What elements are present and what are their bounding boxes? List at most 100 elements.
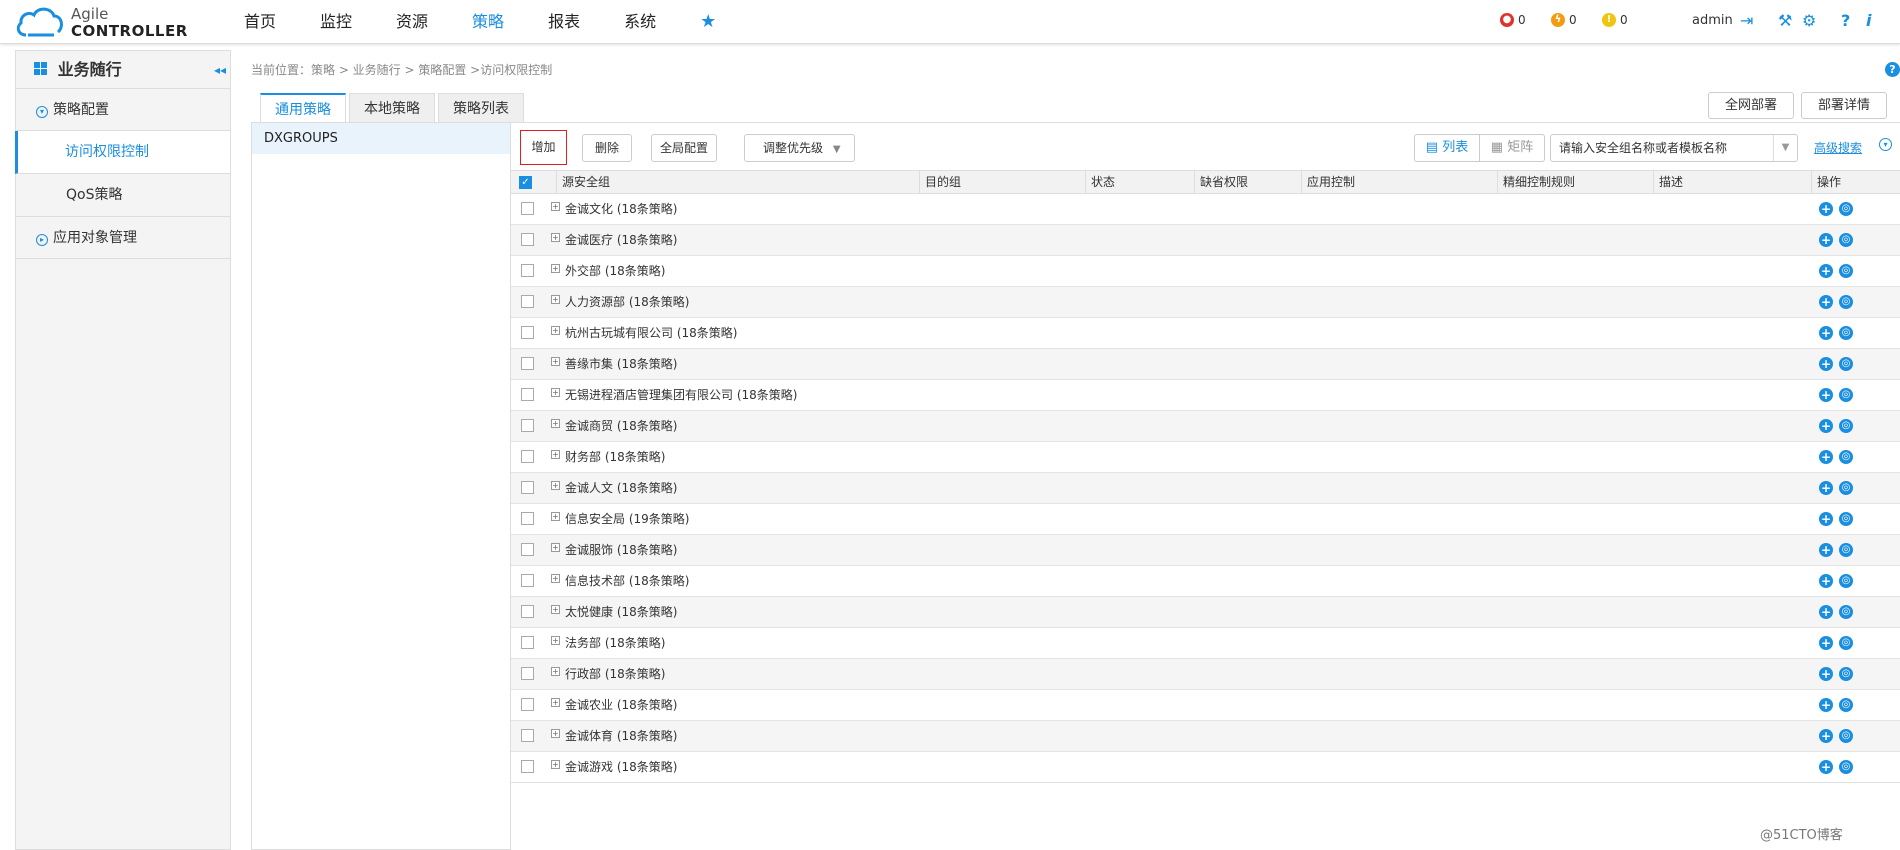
expand-plus-icon[interactable]: + <box>551 605 560 614</box>
chevron-down-icon[interactable]: ▼ <box>1773 135 1797 161</box>
tab-local-policy[interactable]: 本地策略 <box>349 93 435 123</box>
tool-icon[interactable]: ⚒ <box>1778 11 1792 30</box>
expand-plus-icon[interactable]: + <box>551 698 560 707</box>
table-row[interactable]: + 太悦健康 (18条策略) + ◎ <box>511 597 1900 628</box>
target-config-icon[interactable]: ◎ <box>1839 760 1853 774</box>
table-row[interactable]: + 杭州古玩城有限公司 (18条策略) + ◎ <box>511 318 1900 349</box>
col-source-group[interactable]: 源安全组 <box>556 171 610 194</box>
group-item[interactable]: DXGROUPS <box>252 123 510 154</box>
page-help-icon[interactable]: ? <box>1885 62 1900 77</box>
table-row[interactable]: + 法务部 (18条策略) + ◎ <box>511 628 1900 659</box>
add-rule-icon[interactable]: + <box>1819 295 1833 309</box>
col-description[interactable]: 描述 <box>1653 171 1683 194</box>
table-row[interactable]: + 金诚医疗 (18条策略) + ◎ <box>511 225 1900 256</box>
collapse-icon[interactable]: ◂◂ <box>214 51 226 89</box>
table-row[interactable]: + 金诚人文 (18条策略) + ◎ <box>511 473 1900 504</box>
add-rule-icon[interactable]: + <box>1819 450 1833 464</box>
add-rule-icon[interactable]: + <box>1819 512 1833 526</box>
row-checkbox[interactable] <box>521 698 534 711</box>
expand-plus-icon[interactable]: + <box>551 388 560 397</box>
table-row[interactable]: + 信息技术部 (18条策略) + ◎ <box>511 566 1900 597</box>
expand-plus-icon[interactable]: + <box>551 419 560 428</box>
deploy-all-button[interactable]: 全网部署 <box>1708 92 1795 119</box>
row-checkbox[interactable] <box>521 326 534 339</box>
target-config-icon[interactable]: ◎ <box>1839 202 1853 216</box>
sidebar-group-app-object[interactable]: ▸ 应用对象管理 <box>16 217 230 259</box>
col-default-permission[interactable]: 缺省权限 <box>1194 171 1248 194</box>
expand-plus-icon[interactable]: + <box>551 760 560 769</box>
nav-home[interactable]: 首页 <box>244 0 276 44</box>
expand-plus-icon[interactable]: + <box>551 512 560 521</box>
target-config-icon[interactable]: ◎ <box>1839 450 1853 464</box>
global-config-button[interactable]: 全局配置 <box>651 134 717 162</box>
table-row[interactable]: + 金诚农业 (18条策略) + ◎ <box>511 690 1900 721</box>
col-dest-group[interactable]: 目的组 <box>919 171 961 194</box>
help-icon[interactable]: ? <box>1841 11 1850 30</box>
add-rule-icon[interactable]: + <box>1819 233 1833 247</box>
advanced-search-link[interactable]: 高级搜索 <box>1814 139 1862 156</box>
add-rule-icon[interactable]: + <box>1819 574 1833 588</box>
logout-icon[interactable]: ⇥ <box>1740 11 1753 30</box>
target-config-icon[interactable]: ◎ <box>1839 543 1853 557</box>
row-checkbox[interactable] <box>521 667 534 680</box>
row-checkbox[interactable] <box>521 760 534 773</box>
table-row[interactable]: + 金诚文化 (18条策略) + ◎ <box>511 194 1900 225</box>
row-checkbox[interactable] <box>521 450 534 463</box>
nav-policy[interactable]: 策略 <box>472 0 504 44</box>
table-row[interactable]: + 金诚商贸 (18条策略) + ◎ <box>511 411 1900 442</box>
expand-plus-icon[interactable]: + <box>551 543 560 552</box>
add-rule-icon[interactable]: + <box>1819 605 1833 619</box>
add-rule-icon[interactable]: + <box>1819 729 1833 743</box>
add-rule-icon[interactable]: + <box>1819 264 1833 278</box>
expand-plus-icon[interactable]: + <box>551 450 560 459</box>
table-row[interactable]: + 金诚体育 (18条策略) + ◎ <box>511 721 1900 752</box>
settings-icon[interactable]: ⚙ <box>1802 11 1816 30</box>
target-config-icon[interactable]: ◎ <box>1839 667 1853 681</box>
search-input[interactable]: 请输入安全组名称或者模板名称 ▼ <box>1550 134 1798 162</box>
row-checkbox[interactable] <box>521 636 534 649</box>
nav-system[interactable]: 系统 <box>624 0 656 44</box>
expand-plus-icon[interactable]: + <box>551 264 560 273</box>
view-list-toggle[interactable]: ▤ 列表 <box>1415 135 1480 161</box>
logo[interactable]: Agile CONTROLLER <box>14 3 187 41</box>
add-rule-icon[interactable]: + <box>1819 388 1833 402</box>
expand-plus-icon[interactable]: + <box>551 357 560 366</box>
row-checkbox[interactable] <box>521 512 534 525</box>
expand-plus-icon[interactable]: + <box>551 636 560 645</box>
expand-plus-icon[interactable]: + <box>551 326 560 335</box>
expand-down-icon[interactable]: ▾ <box>1879 138 1892 151</box>
nav-report[interactable]: 报表 <box>548 0 580 44</box>
target-config-icon[interactable]: ◎ <box>1839 326 1853 340</box>
add-rule-icon[interactable]: + <box>1819 760 1833 774</box>
row-checkbox[interactable] <box>521 481 534 494</box>
expand-plus-icon[interactable]: + <box>551 202 560 211</box>
row-checkbox[interactable] <box>521 574 534 587</box>
sidebar-item-access-control[interactable]: 访问权限控制 <box>15 131 230 174</box>
delete-button[interactable]: 删除 <box>582 134 632 162</box>
username[interactable]: admin <box>1692 13 1733 28</box>
target-config-icon[interactable]: ◎ <box>1839 698 1853 712</box>
target-config-icon[interactable]: ◎ <box>1839 264 1853 278</box>
target-config-icon[interactable]: ◎ <box>1839 357 1853 371</box>
expand-plus-icon[interactable]: + <box>551 295 560 304</box>
deploy-details-button[interactable]: 部署详情 <box>1801 92 1888 119</box>
add-rule-icon[interactable]: + <box>1819 326 1833 340</box>
table-row[interactable]: + 无锡进程酒店管理集团有限公司 (18条策略) + ◎ <box>511 380 1900 411</box>
target-config-icon[interactable]: ◎ <box>1839 481 1853 495</box>
add-rule-icon[interactable]: + <box>1819 202 1833 216</box>
row-checkbox[interactable] <box>521 729 534 742</box>
add-rule-icon[interactable]: + <box>1819 698 1833 712</box>
target-config-icon[interactable]: ◎ <box>1839 233 1853 247</box>
add-rule-icon[interactable]: + <box>1819 636 1833 650</box>
table-row[interactable]: + 财务部 (18条策略) + ◎ <box>511 442 1900 473</box>
favorite-star-icon[interactable]: ★ <box>700 0 716 44</box>
target-config-icon[interactable]: ◎ <box>1839 636 1853 650</box>
target-config-icon[interactable]: ◎ <box>1839 574 1853 588</box>
tab-policy-list[interactable]: 策略列表 <box>438 93 524 123</box>
target-config-icon[interactable]: ◎ <box>1839 388 1853 402</box>
add-rule-icon[interactable]: + <box>1819 357 1833 371</box>
target-config-icon[interactable]: ◎ <box>1839 605 1853 619</box>
row-checkbox[interactable] <box>521 202 534 215</box>
alert-major[interactable]: ϟ 0 <box>1551 13 1577 27</box>
view-matrix-toggle[interactable]: ▦ 矩阵 <box>1480 135 1544 161</box>
